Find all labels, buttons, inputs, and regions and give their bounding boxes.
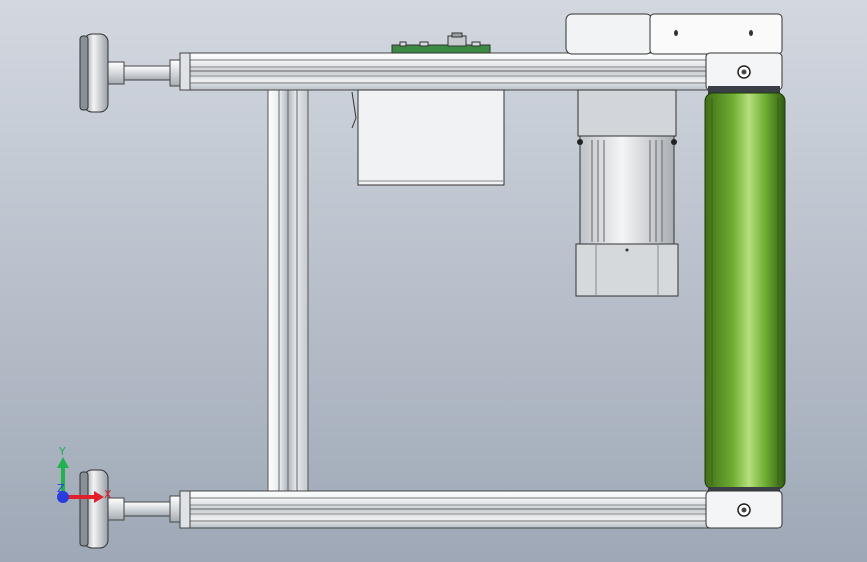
bottom-aluminum-profile[interactable] [179, 490, 711, 529]
axis-y-label: Y [58, 445, 66, 458]
assembly-view[interactable]: Y X Z [0, 0, 867, 562]
axis-z-label: Z [57, 482, 65, 495]
conveyor-belt-roller[interactable] [704, 92, 786, 490]
cad-viewport[interactable]: Y X Z [0, 0, 867, 562]
gear-motor[interactable] [575, 89, 679, 297]
top-aluminum-profile[interactable] [179, 52, 711, 91]
drive-cover[interactable] [565, 13, 783, 55]
end-cap-bottom[interactable] [705, 487, 783, 529]
vertical-support-profile[interactable] [267, 87, 309, 493]
control-box[interactable] [351, 89, 505, 186]
axis-x-label: X [104, 488, 112, 501]
end-cap-top[interactable] [705, 52, 783, 94]
